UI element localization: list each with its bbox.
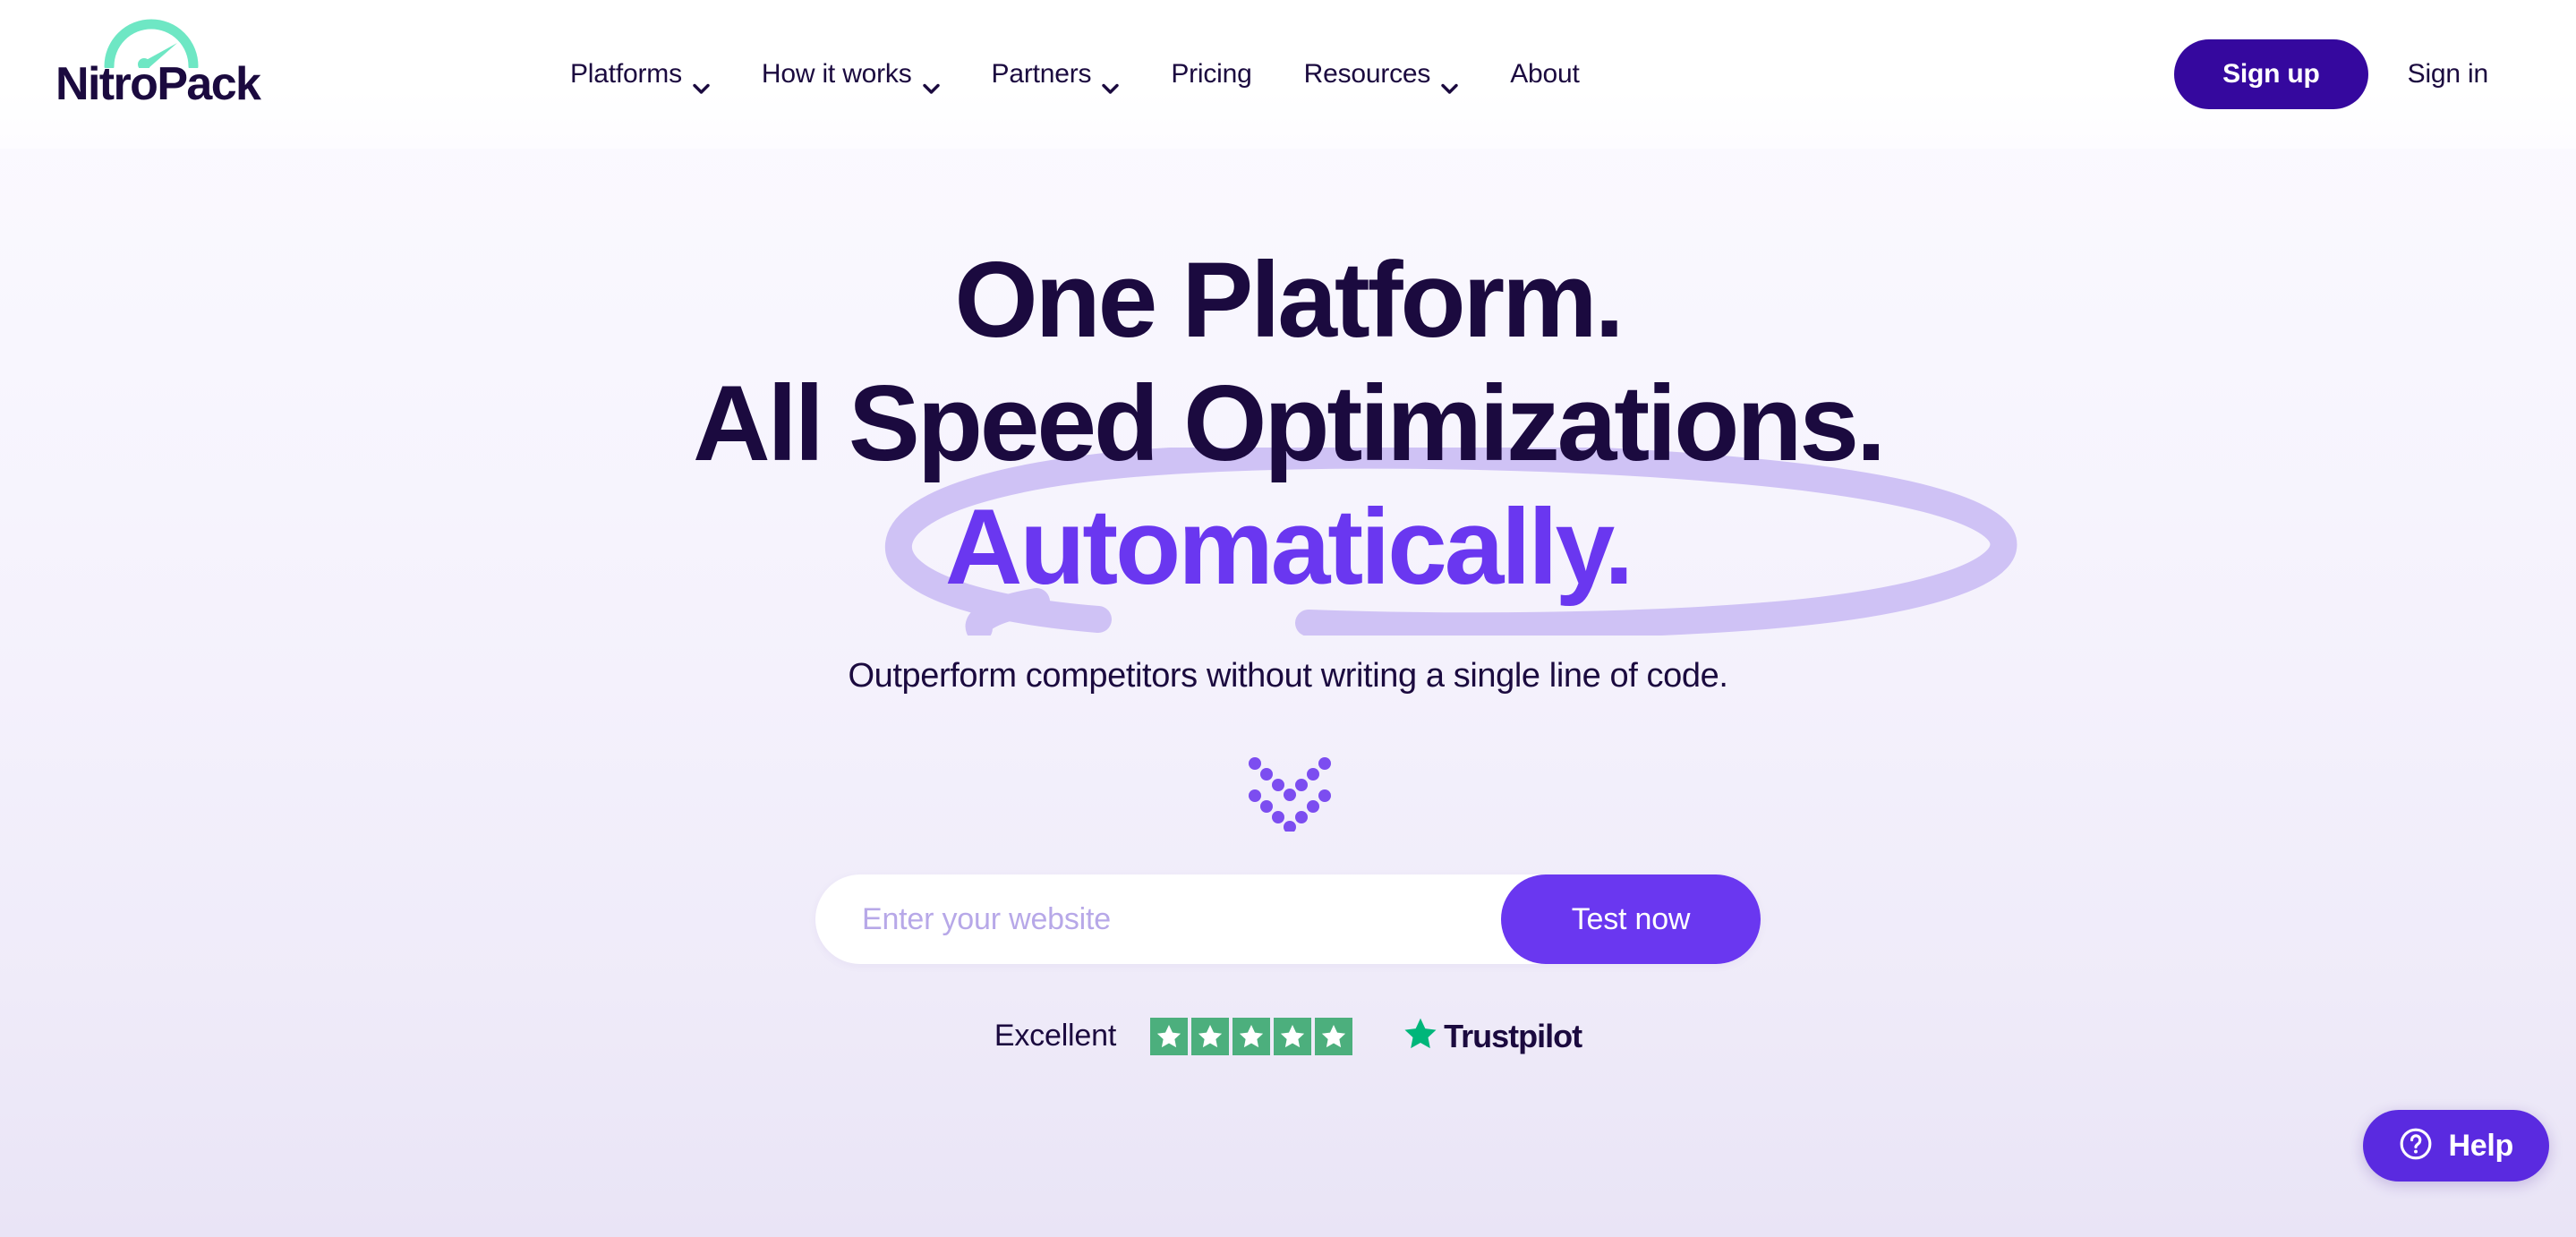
main-navigation: Platforms How it works Partners Pricing … — [544, 0, 1606, 149]
sign-in-button[interactable]: Sign in — [2368, 39, 2528, 109]
trustpilot-stars — [1150, 1017, 1353, 1055]
headline-line-1: One Platform. — [954, 240, 1624, 360]
double-chevron-down-dots-icon — [1234, 749, 1342, 833]
headline-line-2: All Speed Optimizations. — [692, 363, 1886, 483]
brand-logo[interactable]: NitroPack — [55, 16, 324, 124]
trustpilot-rating[interactable]: Excellent Trustpilot — [994, 1016, 1582, 1056]
sign-up-button[interactable]: Sign up — [2174, 39, 2368, 109]
auth-actions: Sign up Sign in — [2174, 0, 2528, 149]
nav-label: About — [1510, 59, 1580, 89]
star-icon — [1233, 1017, 1271, 1055]
star-icon — [1315, 1017, 1353, 1055]
nav-item-partners[interactable]: Partners — [966, 0, 1146, 149]
headline-highlight: Automatically. — [884, 448, 2017, 636]
help-widget-label: Help — [2448, 1128, 2514, 1163]
nav-label: Pricing — [1171, 59, 1252, 89]
nav-label: Resources — [1303, 59, 1431, 89]
headline-line-3-wrapper: Automatically. — [693, 448, 2017, 636]
website-test-form: Test now — [815, 874, 1761, 964]
hero-subtitle: Outperform competitors without writing a… — [848, 657, 1728, 695]
trustpilot-rating-word: Excellent — [994, 1019, 1117, 1053]
star-icon — [1150, 1017, 1189, 1055]
hero-section: One Platform. All Speed Optimizations. A… — [0, 149, 2576, 1237]
question-circle-icon — [2399, 1127, 2433, 1165]
chevron-down-icon — [693, 71, 710, 94]
star-icon — [1274, 1017, 1312, 1055]
trustpilot-logo: Trustpilot — [1403, 1016, 1582, 1056]
chevron-down-icon — [922, 71, 940, 94]
star-icon — [1191, 1017, 1230, 1055]
page-title: One Platform. All Speed Optimizations. A… — [692, 238, 2017, 636]
nav-label: Partners — [991, 59, 1092, 89]
chevron-down-icon — [1441, 71, 1458, 94]
nav-label: How it works — [761, 59, 912, 89]
chevron-down-icon — [1102, 71, 1120, 94]
headline-line-3: Automatically. — [944, 487, 1634, 607]
trustpilot-star-icon — [1403, 1016, 1438, 1056]
nav-item-resources[interactable]: Resources — [1278, 0, 1485, 149]
nav-item-platforms[interactable]: Platforms — [544, 0, 736, 149]
trustpilot-wordmark: Trustpilot — [1444, 1017, 1582, 1054]
test-now-button[interactable]: Test now — [1501, 874, 1761, 964]
nav-item-about[interactable]: About — [1484, 0, 1605, 149]
nav-label: Platforms — [570, 59, 682, 89]
nav-item-pricing[interactable]: Pricing — [1145, 0, 1277, 149]
help-widget-button[interactable]: Help — [2362, 1110, 2549, 1182]
site-header: NitroPack Platforms How it works Partner… — [0, 0, 2576, 149]
website-url-input[interactable] — [815, 874, 1501, 964]
nav-item-how-it-works[interactable]: How it works — [736, 0, 966, 149]
brand-wordmark: NitroPack — [55, 58, 261, 110]
